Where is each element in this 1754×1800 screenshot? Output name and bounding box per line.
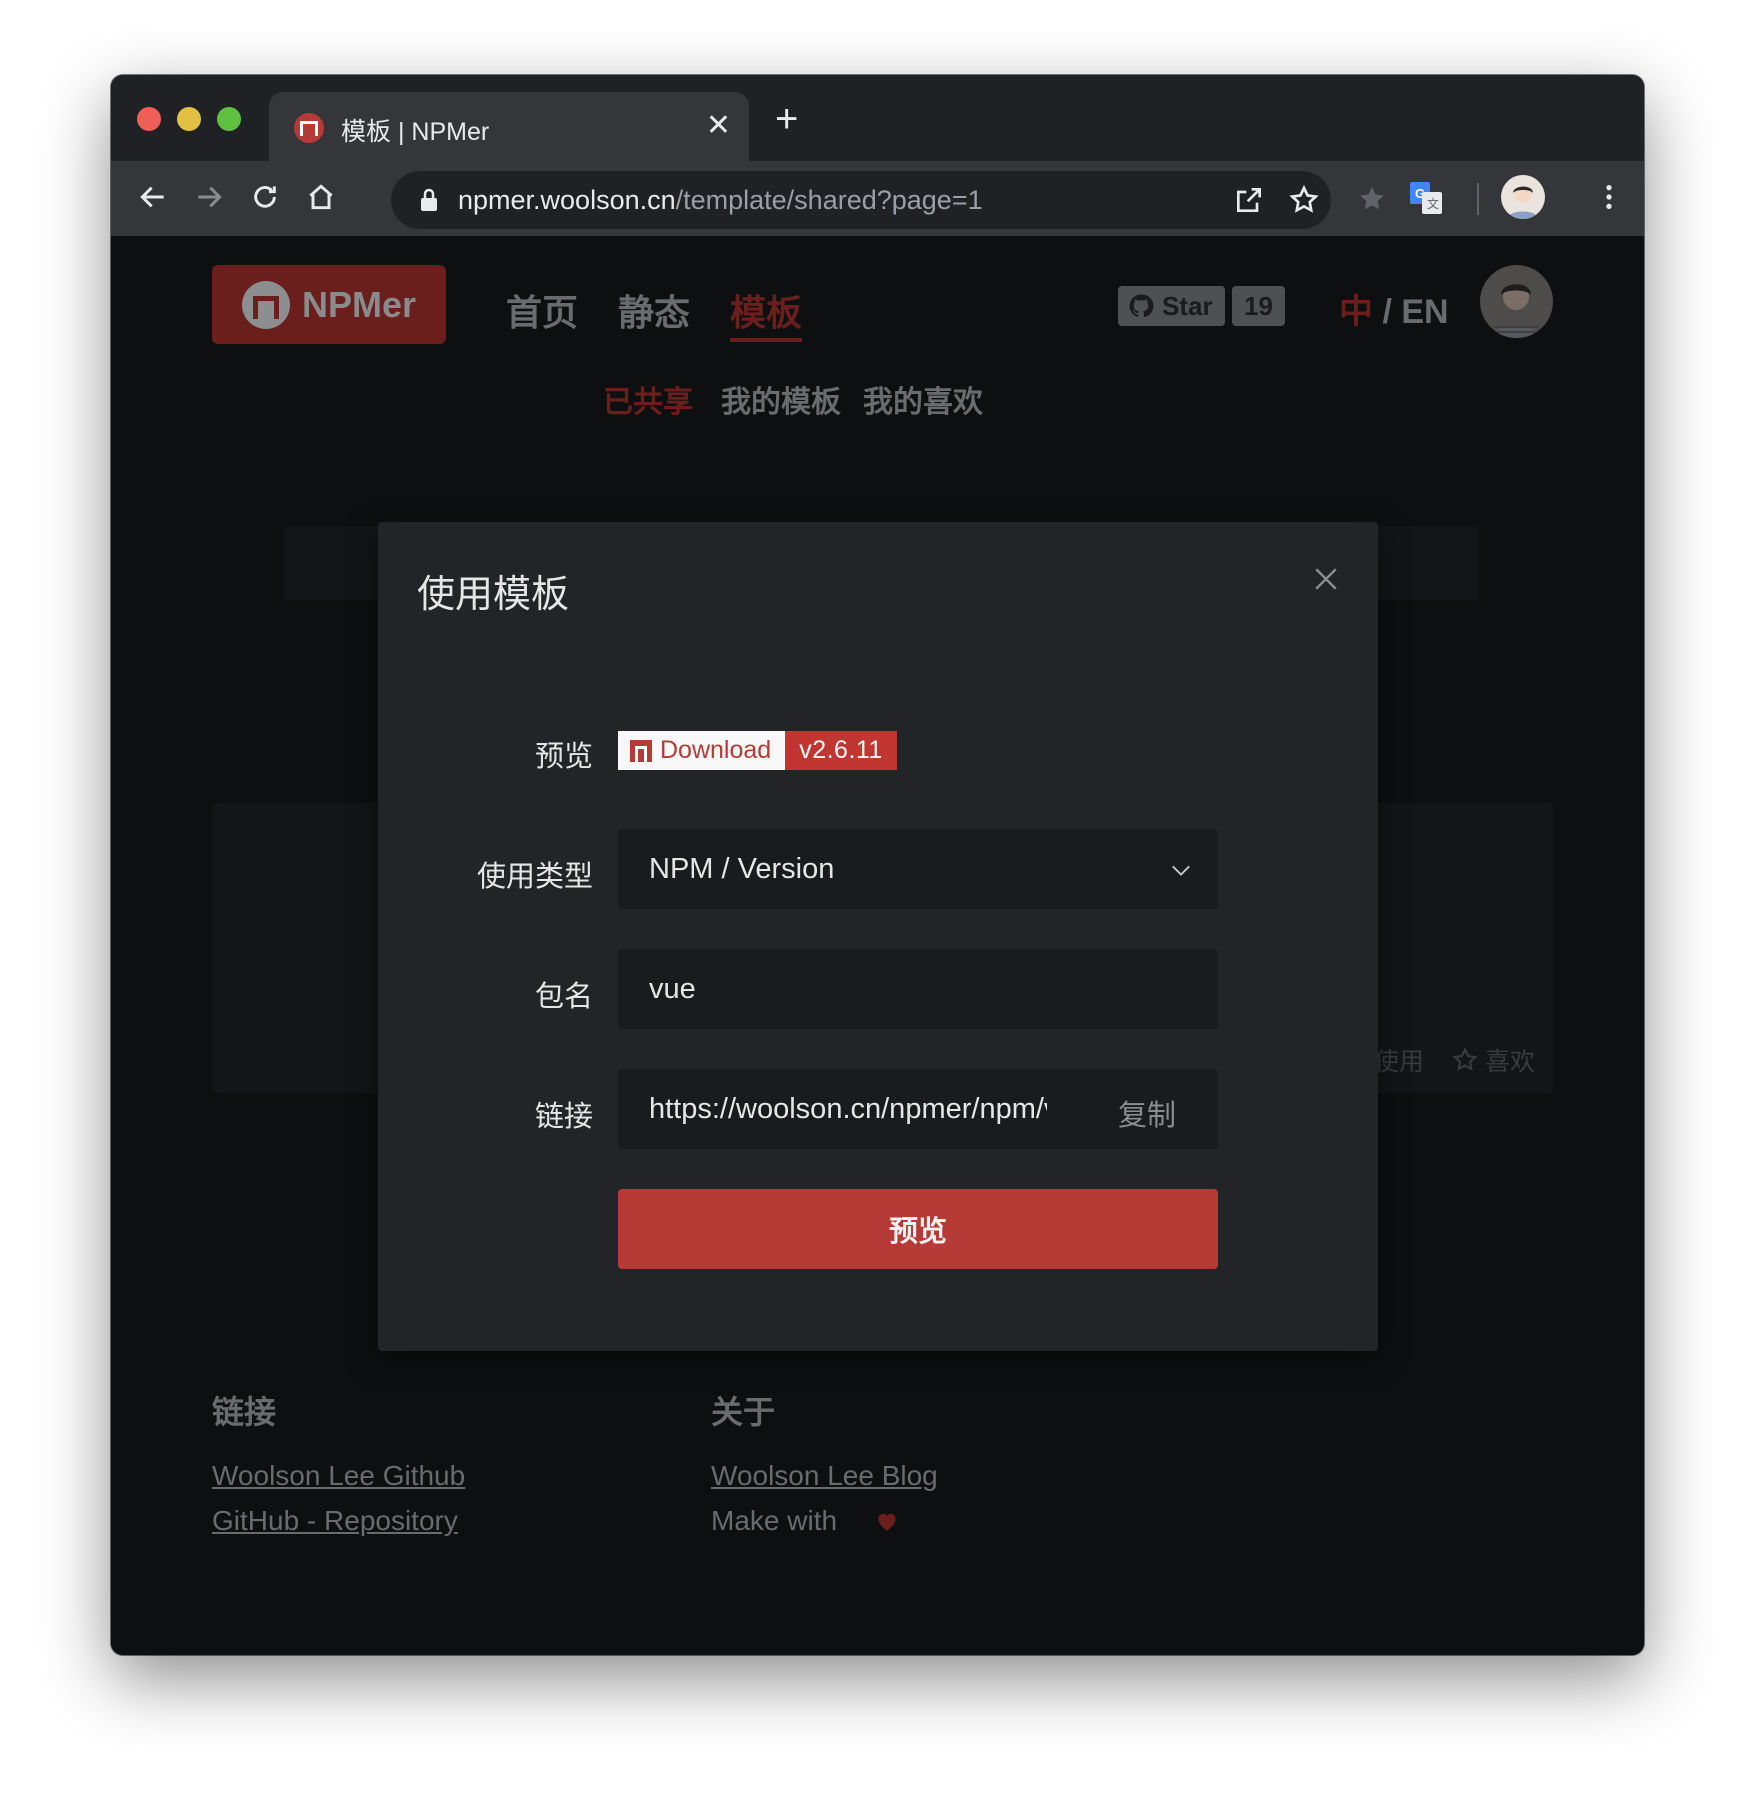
page: NPMer 首页 静态 模板 Star 19 中 / EN 已共享 我的模板 我… (111, 236, 1644, 1655)
package-name-input[interactable]: vue (618, 949, 1218, 1029)
toolbar-divider (1477, 183, 1479, 215)
type-label: 使用类型 (476, 861, 593, 893)
window-maximize-button[interactable] (217, 107, 241, 131)
footer-link-repository[interactable]: GitHub - Repository (212, 1505, 458, 1537)
link-field[interactable]: https://woolson.cn/npmer/npm/v 复制 (618, 1069, 1218, 1149)
browser-tab[interactable]: 模板 | NPMer ✕ (269, 92, 749, 161)
open-external-icon[interactable] (1233, 184, 1265, 216)
lock-icon (421, 188, 437, 211)
browser-titlebar: 模板 | NPMer ✕ + (111, 75, 1644, 161)
footer-link-github[interactable]: Woolson Lee Github (212, 1460, 465, 1492)
new-tab-button[interactable]: + (775, 99, 798, 139)
badge-version: v2.6.11 (785, 731, 897, 770)
copy-button[interactable]: 复制 (1118, 1092, 1176, 1134)
lang-zh[interactable]: 中 (1339, 293, 1373, 331)
address-bar[interactable]: npmer.woolson.cn/template/shared?page=1 (391, 171, 1331, 229)
extension-star-icon[interactable] (1356, 183, 1388, 215)
svg-text:文: 文 (1427, 196, 1439, 211)
tab-my-favorites[interactable]: 我的喜欢 (863, 377, 983, 421)
footer-link-blog[interactable]: Woolson Lee Blog (711, 1460, 938, 1492)
user-avatar[interactable] (1480, 265, 1553, 338)
npmer-favicon-icon (294, 113, 324, 143)
back-icon[interactable] (133, 177, 173, 217)
preview-badge: Download v2.6.11 (618, 731, 897, 770)
footer-about-heading: 关于 (711, 1394, 776, 1430)
nav-template[interactable]: 模板 (730, 284, 803, 342)
footer-made-with: Make with (711, 1505, 838, 1536)
preview-label: 预览 (534, 741, 593, 773)
lang-en[interactable]: EN (1401, 293, 1448, 331)
github-star-button[interactable]: Star (1118, 286, 1225, 326)
npm-logo-icon (630, 739, 652, 762)
browser-toolbar: npmer.woolson.cn/template/shared?page=1 … (111, 161, 1644, 236)
nav-static[interactable]: 静态 (618, 284, 690, 336)
google-translate-icon[interactable]: G 文 (1408, 180, 1444, 216)
tab-my-templates[interactable]: 我的模板 (721, 377, 841, 421)
nav-home[interactable]: 首页 (506, 284, 578, 336)
chevron-down-icon (1172, 865, 1190, 876)
tab-title: 模板 | NPMer (341, 118, 490, 146)
preview-button[interactable]: 预览 (618, 1189, 1218, 1269)
profile-avatar[interactable] (1501, 175, 1545, 219)
window-close-button[interactable] (137, 107, 161, 131)
bookmark-star-icon[interactable] (1288, 184, 1320, 216)
use-template-modal: 使用模板 预览 Download v2.6.11 使用类型 NPM / Vers… (378, 522, 1378, 1351)
home-icon[interactable] (301, 177, 341, 217)
url-text: npmer.woolson.cn/template/shared?page=1 (458, 185, 983, 215)
window-minimize-button[interactable] (177, 107, 201, 131)
modal-title: 使用模板 (417, 574, 570, 616)
package-label: 包名 (534, 981, 593, 1013)
language-switch: 中 / EN (1339, 293, 1449, 331)
npmer-logo[interactable]: NPMer (212, 265, 446, 344)
background-like-button: 喜欢 (1451, 1042, 1535, 1078)
close-icon[interactable] (1313, 566, 1339, 592)
type-select[interactable]: NPM / Version (618, 829, 1218, 909)
footer-links-heading: 链接 (212, 1394, 277, 1430)
tab-shared[interactable]: 已共享 (603, 377, 693, 421)
tab-close-icon[interactable]: ✕ (706, 109, 731, 143)
forward-icon[interactable] (189, 177, 229, 217)
github-star-count[interactable]: 19 (1232, 286, 1285, 326)
browser-window: 模板 | NPMer ✕ + npmer.woolson.cn/template… (111, 75, 1644, 1655)
npmer-logo-icon (242, 280, 290, 329)
chrome-menu-icon[interactable] (1589, 177, 1629, 217)
link-value[interactable]: https://woolson.cn/npmer/npm/v (649, 1093, 1047, 1126)
background-use-button: 使用 (1374, 1048, 1425, 1076)
star-outline-icon (1452, 1047, 1478, 1071)
reload-icon[interactable] (245, 177, 285, 217)
github-icon (1129, 294, 1154, 318)
link-label: 链接 (534, 1101, 593, 1133)
heart-icon (878, 1513, 896, 1531)
